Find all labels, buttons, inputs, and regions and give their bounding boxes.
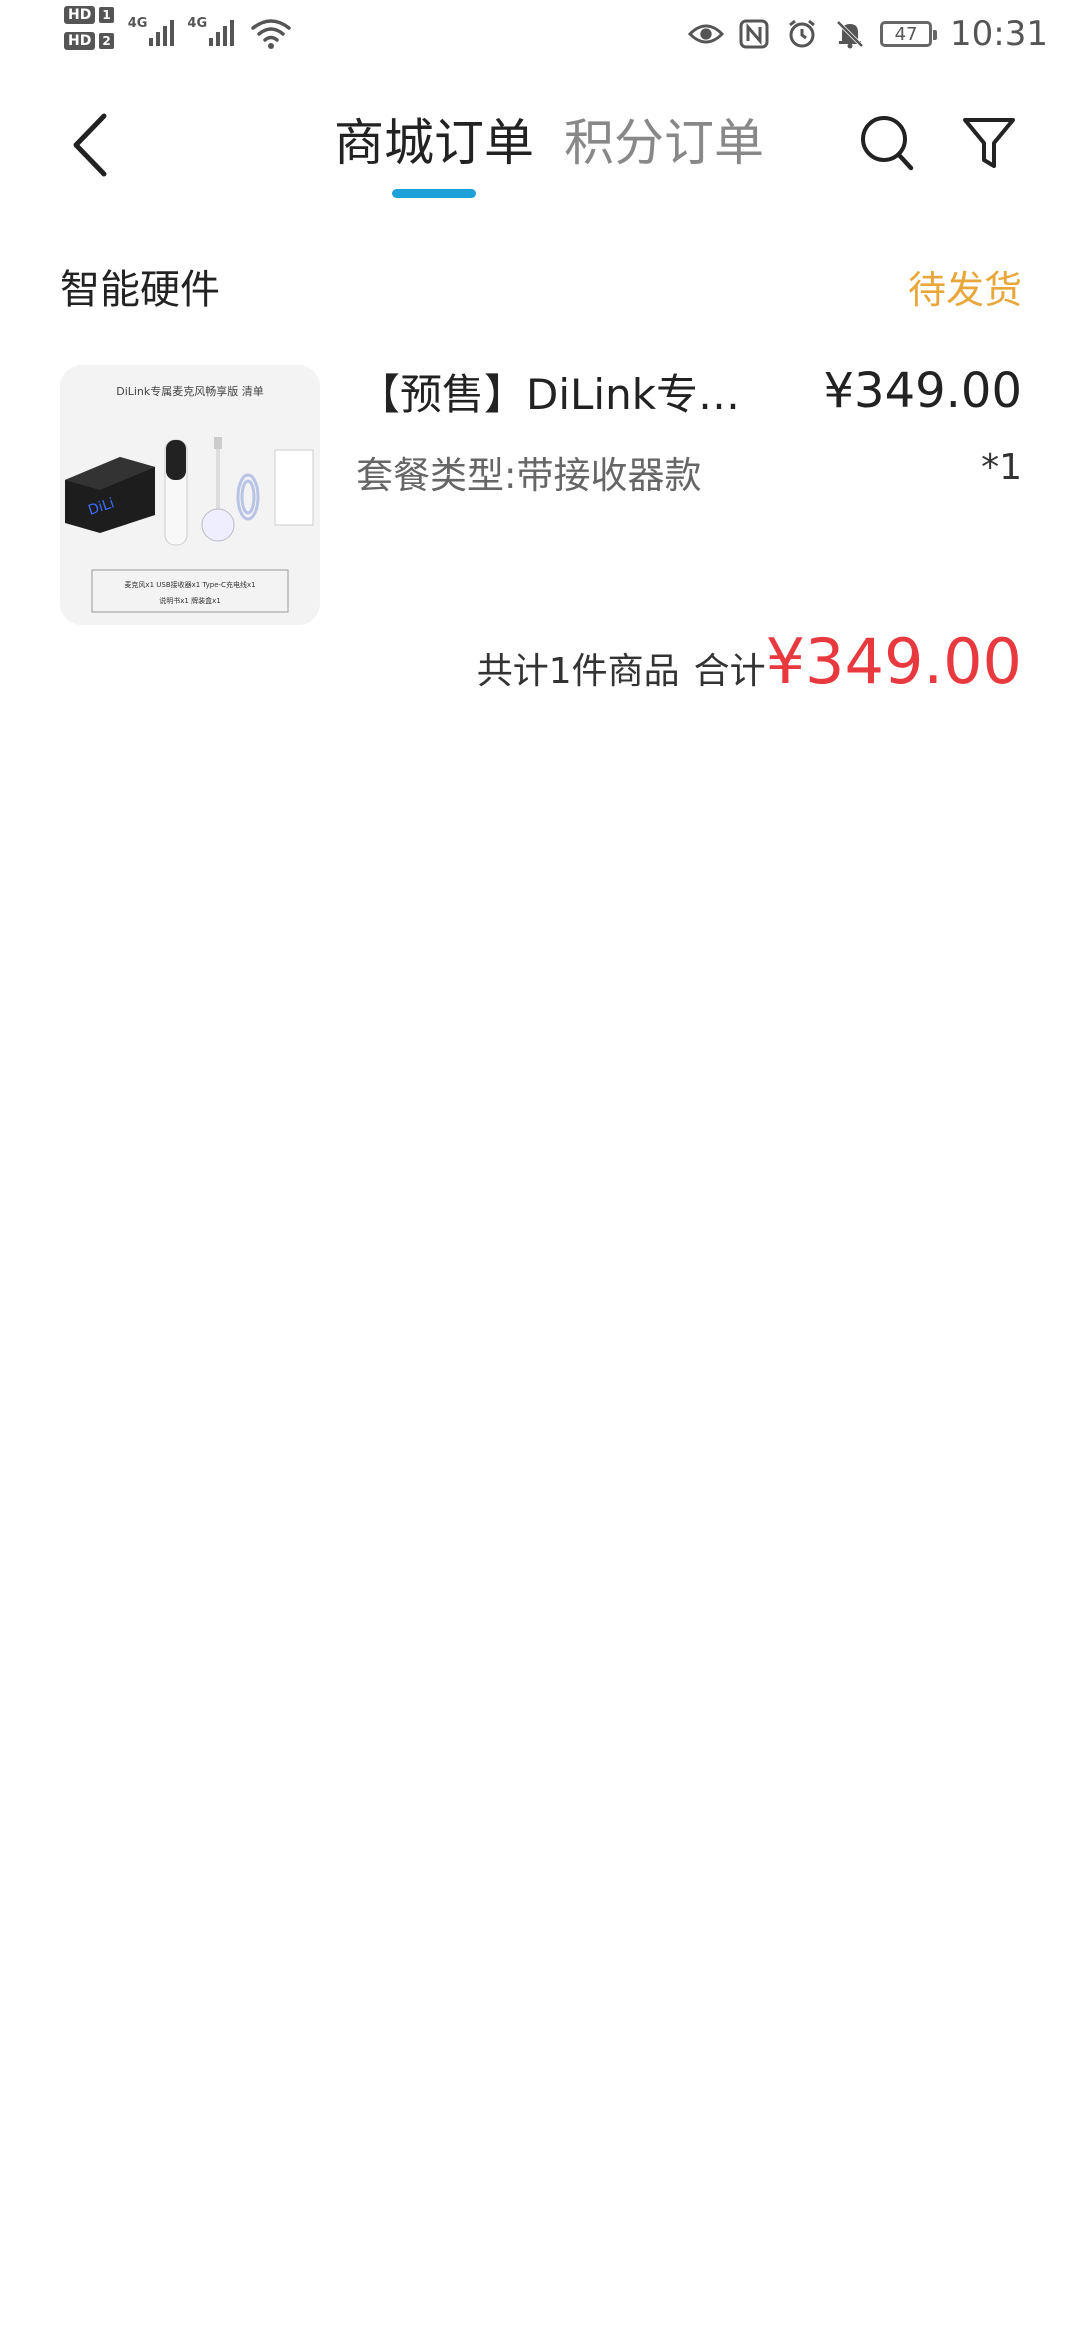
back-arrow-icon	[73, 113, 107, 177]
total-label: 合计	[693, 651, 766, 692]
status-right: 47 10:31	[688, 14, 1048, 54]
product-spec: 套餐类型:带接收器款	[356, 454, 702, 497]
total-amount: ¥349.00	[765, 625, 1022, 698]
product-photo: DiLink专属麦克风畅享版 清单 DiLi 麦克风x1 USB接收器x1 Ty…	[60, 365, 320, 625]
order-card[interactable]: 智能硬件 待发货 DiLink专属麦克风畅享版 清单 DiLi 麦克风x1 US…	[0, 245, 1080, 705]
product-image[interactable]: DiLink专属麦克风畅享版 清单 DiLi 麦克风x1 USB接收器x1 Ty…	[60, 365, 320, 625]
thumb-title: DiLink专属麦克风畅享版 清单	[116, 384, 264, 398]
sim2-hd-label: HD	[64, 32, 96, 50]
tab-mall-orders[interactable]: 商城订单	[334, 110, 534, 176]
order-summary: 共计1件商品 合计 ¥349.00	[477, 625, 1022, 698]
order-list-page: HD 1 HD 2 4G 4G 47 10:31 商城订单 积分订单 智能硬件 …	[0, 0, 1080, 2340]
search-button[interactable]	[852, 108, 922, 178]
item-count: 共计1件商品	[476, 651, 680, 692]
order-status-badge: 待发货	[907, 268, 1022, 312]
sim1-number: 1	[99, 7, 114, 23]
signal-bar	[230, 20, 235, 46]
mute-bell-icon	[832, 16, 868, 52]
thumb-items-line1: 麦克风x1 USB接收器x1 Type-C充电线x1	[124, 580, 255, 589]
sim-indicators: HD 1 HD 2	[64, 6, 114, 50]
eye-icon	[688, 16, 725, 52]
signal-1: 4G	[128, 6, 178, 46]
nfc-icon	[736, 16, 772, 52]
filter-button[interactable]	[954, 108, 1024, 178]
signal-bar	[216, 32, 221, 46]
sim2-number: 2	[99, 33, 114, 49]
sim2-indicator: HD 2	[64, 32, 114, 50]
signal-bar	[163, 26, 168, 46]
order-tabs: 商城订单 积分订单	[334, 110, 764, 176]
nav-bar: 商城订单 积分订单	[0, 90, 1080, 200]
filter-icon	[963, 118, 1015, 168]
shop-name: 智能硬件	[60, 267, 220, 313]
signal-bar	[170, 20, 175, 46]
search-icon	[861, 116, 914, 171]
signal-1-network: 4G	[127, 16, 148, 31]
signal-bar	[149, 38, 154, 46]
thumb-items-line2: 说明书x1 牌装盒x1	[159, 596, 220, 605]
signal-bar	[223, 26, 228, 46]
clock: 10:31	[950, 14, 1048, 54]
signal-bar	[209, 38, 214, 46]
tab-points-orders[interactable]: 积分订单	[564, 110, 764, 176]
alarm-icon	[784, 16, 820, 52]
product-price: ¥349.00	[823, 363, 1023, 419]
battery-level: 47	[894, 23, 918, 45]
sim1-indicator: HD 1	[64, 6, 114, 24]
signal-bar	[156, 32, 161, 46]
signal-2-network: 4G	[187, 16, 208, 31]
product-quantity: *1	[981, 447, 1022, 488]
status-left: HD 1 HD 2 4G 4G	[64, 6, 291, 50]
status-bar: HD 1 HD 2 4G 4G 47 10:31	[0, 0, 1080, 72]
product-title[interactable]: 【预售】DiLink专属...	[358, 361, 778, 422]
signal-2: 4G	[187, 6, 237, 46]
battery-icon: 47	[880, 21, 938, 47]
back-button[interactable]	[60, 110, 120, 180]
wifi-icon	[251, 19, 291, 49]
sim1-hd-label: HD	[64, 6, 96, 24]
